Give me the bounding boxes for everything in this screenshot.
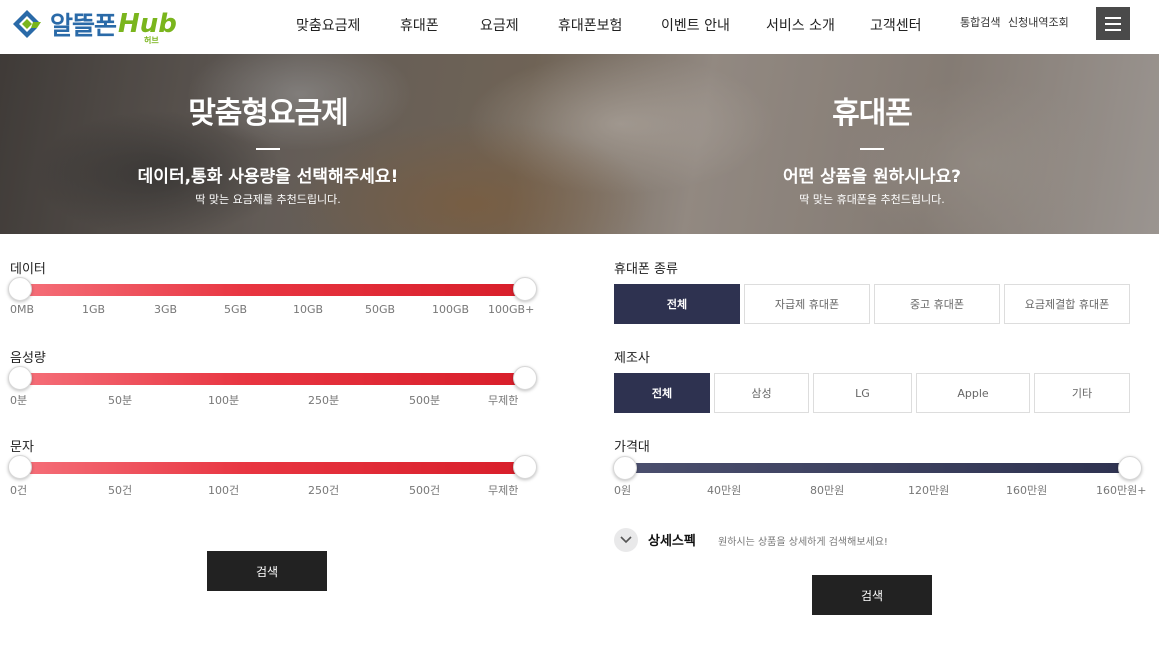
banner-phone-subtitle: 어떤 상품을 원하시나요? bbox=[782, 167, 962, 187]
sms-slider-track[interactable] bbox=[18, 462, 526, 474]
voice-tick: 50분 bbox=[108, 394, 133, 407]
detail-spec-toggle-button[interactable] bbox=[614, 528, 638, 552]
voice-slider-track[interactable] bbox=[18, 373, 526, 385]
nav-customer-center[interactable]: 고객센터 bbox=[870, 15, 922, 35]
hamburger-icon-bar bbox=[1105, 16, 1121, 19]
maker-samsung[interactable]: 삼성 bbox=[714, 373, 809, 413]
sms-tick: 500건 bbox=[409, 484, 441, 497]
sms-tick: 0건 bbox=[10, 484, 28, 497]
data-tick: 0MB bbox=[10, 303, 35, 316]
maker-label: 제조사 bbox=[614, 351, 650, 366]
data-slider-min-handle[interactable] bbox=[8, 277, 32, 301]
voice-tick: 250분 bbox=[308, 394, 340, 407]
detail-spec-description: 원하시는 상품을 상세하게 검색해보세요! bbox=[718, 537, 888, 548]
maker-lg[interactable]: LG bbox=[813, 373, 912, 413]
nav-phone-insurance[interactable]: 휴대폰보험 bbox=[558, 15, 622, 35]
util-application-history[interactable]: 신청내역조회 bbox=[1008, 14, 1069, 30]
data-slider-track[interactable] bbox=[18, 284, 526, 296]
hamburger-icon-bar bbox=[1105, 22, 1121, 25]
price-slider-track[interactable] bbox=[622, 463, 1130, 473]
data-slider-label: 데이터 bbox=[10, 262, 46, 277]
data-slider-max-handle[interactable] bbox=[513, 277, 537, 301]
sms-tick: 무제한 bbox=[488, 484, 519, 497]
phone-search-button[interactable]: 검색 bbox=[812, 575, 932, 615]
voice-tick: 0분 bbox=[10, 394, 28, 407]
banner-plan-title: 맞춤형요금제 bbox=[188, 96, 349, 131]
banner-phone: 휴대폰 어떤 상품을 원하시나요? 딱 맞는 휴대폰을 추천드립니다. bbox=[672, 54, 1072, 207]
chevron-down-icon bbox=[620, 536, 632, 544]
banner-plan-subtitle: 데이터,통화 사용량을 선택해주세요! bbox=[137, 167, 399, 187]
phone-type-unlocked[interactable]: 자급제 휴대폰 bbox=[744, 284, 870, 324]
voice-slider-min-handle[interactable] bbox=[8, 366, 32, 390]
banner-phone-caption: 딱 맞는 휴대폰을 추천드립니다. bbox=[799, 193, 945, 206]
banner-phone-title: 휴대폰 bbox=[832, 96, 913, 131]
plan-search-button[interactable]: 검색 bbox=[207, 551, 327, 591]
nav-service-intro[interactable]: 서비스 소개 bbox=[766, 15, 835, 35]
maker-other[interactable]: 기타 bbox=[1034, 373, 1130, 413]
nav-event[interactable]: 이벤트 안내 bbox=[661, 15, 730, 35]
phone-type-plan-bundled[interactable]: 요금제결합 휴대폰 bbox=[1004, 284, 1130, 324]
nav-plan[interactable]: 요금제 bbox=[480, 15, 519, 35]
banner-plan-caption: 딱 맞는 요금제를 추천드립니다. bbox=[195, 193, 341, 206]
data-tick: 50GB bbox=[365, 303, 396, 316]
banner-plan: 맞춤형요금제 데이터,통화 사용량을 선택해주세요! 딱 맞는 요금제를 추천드… bbox=[68, 54, 468, 207]
data-tick: 100GB+ bbox=[488, 303, 535, 316]
price-slider-min-handle[interactable] bbox=[613, 456, 637, 480]
sms-slider-max-handle[interactable] bbox=[513, 455, 537, 479]
price-slider-max-handle[interactable] bbox=[1118, 456, 1142, 480]
price-tick: 160만원 bbox=[1006, 484, 1048, 497]
logo[interactable]: 알뜰폰 Hub 허브 bbox=[10, 6, 177, 45]
maker-apple[interactable]: Apple bbox=[916, 373, 1030, 413]
price-tick: 120만원 bbox=[908, 484, 950, 497]
price-slider-label: 가격대 bbox=[614, 440, 650, 455]
banner-divider bbox=[256, 148, 280, 150]
logo-hub: Hub 허브 bbox=[118, 9, 177, 45]
data-tick: 3GB bbox=[154, 303, 178, 316]
maker-all[interactable]: 전체 bbox=[614, 373, 710, 413]
logo-mark-icon bbox=[10, 7, 44, 41]
hamburger-icon-bar bbox=[1105, 28, 1121, 31]
voice-tick: 500분 bbox=[409, 394, 441, 407]
voice-slider-max-handle[interactable] bbox=[513, 366, 537, 390]
banner-divider bbox=[860, 148, 884, 150]
price-tick: 160만원+ bbox=[1096, 484, 1147, 497]
data-tick: 1GB bbox=[82, 303, 106, 316]
data-tick: 10GB bbox=[293, 303, 324, 316]
hero-banner: 맞춤형요금제 데이터,통화 사용량을 선택해주세요! 딱 맞는 요금제를 추천드… bbox=[0, 54, 1159, 234]
sms-slider-min-handle[interactable] bbox=[8, 455, 32, 479]
sms-tick: 100건 bbox=[208, 484, 240, 497]
data-tick: 100GB bbox=[432, 303, 470, 316]
voice-slider-label: 음성량 bbox=[10, 351, 46, 366]
nav-custom-plan[interactable]: 맞춤요금제 bbox=[296, 15, 360, 35]
logo-text: 알뜰폰 bbox=[50, 11, 117, 40]
phone-type-all[interactable]: 전체 bbox=[614, 284, 740, 324]
sms-tick: 250건 bbox=[308, 484, 340, 497]
data-tick: 5GB bbox=[224, 303, 248, 316]
logo-hub-sub: 허브 bbox=[144, 36, 159, 45]
price-tick: 0원 bbox=[614, 484, 632, 497]
nav-phone[interactable]: 휴대폰 bbox=[400, 15, 439, 35]
price-tick: 80만원 bbox=[810, 484, 845, 497]
phone-type-used[interactable]: 중고 휴대폰 bbox=[874, 284, 1000, 324]
site-header: 알뜰폰 Hub 허브 맞춤요금제 휴대폰 요금제 휴대폰보험 이벤트 안내 서비스… bbox=[0, 0, 1159, 54]
detail-spec-label[interactable]: 상세스펙 bbox=[648, 530, 696, 549]
sms-tick: 50건 bbox=[108, 484, 133, 497]
voice-tick: 100분 bbox=[208, 394, 240, 407]
util-integrated-search[interactable]: 통합검색 bbox=[960, 14, 1000, 30]
voice-tick: 무제한 bbox=[488, 394, 519, 407]
hamburger-menu-button[interactable] bbox=[1096, 7, 1130, 40]
sms-slider-label: 문자 bbox=[10, 440, 34, 455]
phone-type-label: 휴대폰 종류 bbox=[614, 262, 678, 277]
price-tick: 40만원 bbox=[707, 484, 742, 497]
